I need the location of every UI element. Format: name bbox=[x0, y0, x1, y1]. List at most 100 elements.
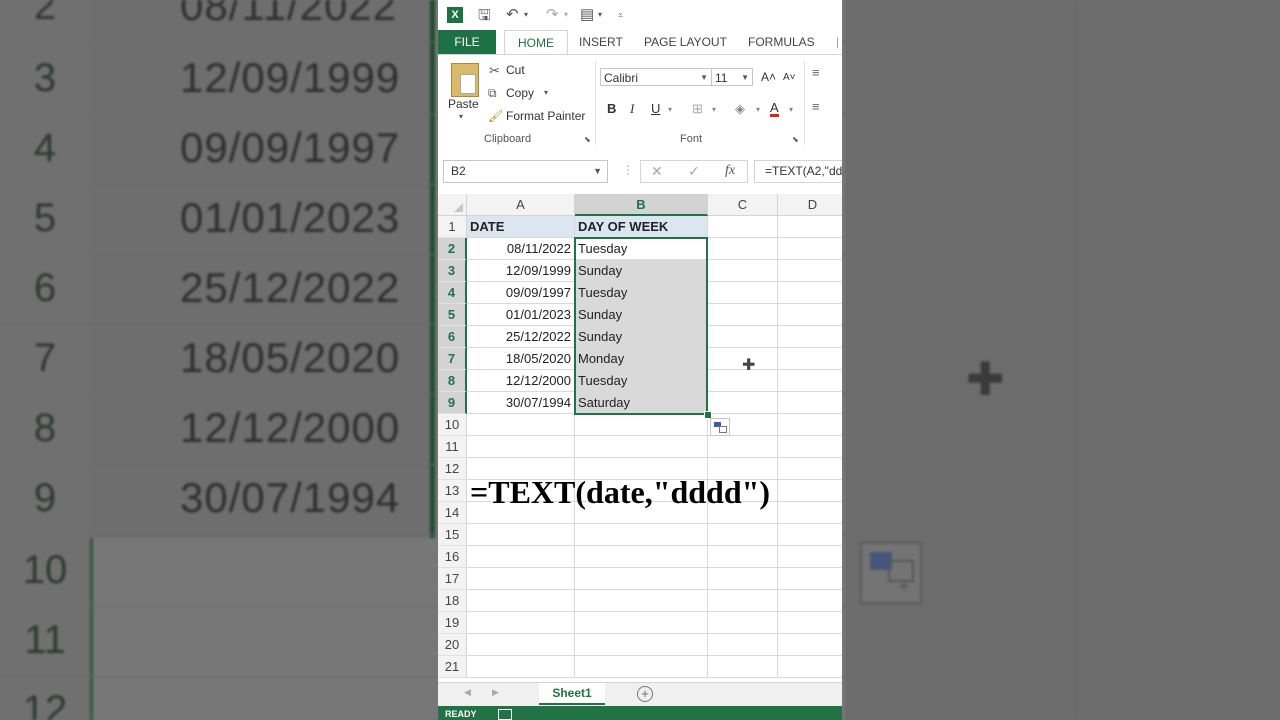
fill-color-dropdown-icon[interactable]: ▾ bbox=[756, 105, 760, 114]
cell[interactable] bbox=[708, 392, 778, 414]
cell[interactable] bbox=[708, 436, 778, 458]
insert-function-icon[interactable]: fx bbox=[725, 163, 735, 179]
date-cell[interactable]: 09/09/1997 bbox=[467, 282, 575, 304]
tab-home[interactable]: HOME bbox=[504, 30, 568, 56]
fill-color-icon[interactable]: ◈ bbox=[735, 101, 745, 117]
date-cell[interactable]: 01/01/2023 bbox=[467, 304, 575, 326]
select-all-button[interactable] bbox=[438, 194, 467, 216]
cell[interactable] bbox=[708, 326, 778, 348]
formula-bar-resize-handle[interactable]: ⋮ bbox=[622, 163, 634, 177]
italic-button[interactable]: I bbox=[630, 101, 634, 117]
new-sheet-icon[interactable]: + bbox=[637, 686, 653, 702]
cell[interactable] bbox=[708, 590, 778, 612]
tab-formulas[interactable]: FORMULAS bbox=[748, 30, 815, 54]
cell[interactable] bbox=[575, 546, 708, 568]
tab-more-cut-off[interactable]: | bbox=[836, 30, 839, 54]
cell[interactable] bbox=[467, 634, 575, 656]
cancel-icon[interactable]: ✕ bbox=[651, 163, 663, 180]
customize-qat-icon[interactable]: ⩡ bbox=[618, 10, 623, 21]
row-header[interactable]: 6 bbox=[438, 326, 467, 348]
align-left-icon[interactable]: ≡ bbox=[812, 99, 820, 114]
row-header[interactable]: 1 bbox=[438, 216, 467, 238]
borders-dropdown-icon[interactable]: ▾ bbox=[712, 105, 716, 114]
cell-a1[interactable]: DATE bbox=[467, 216, 575, 238]
tab-insert[interactable]: INSERT bbox=[579, 30, 623, 54]
cell[interactable] bbox=[708, 260, 778, 282]
sheet-tab-sheet1[interactable]: Sheet1 bbox=[539, 683, 605, 705]
cell[interactable] bbox=[467, 656, 575, 678]
day-cell[interactable]: Monday bbox=[575, 348, 708, 370]
cell[interactable] bbox=[467, 524, 575, 546]
cell[interactable] bbox=[575, 612, 708, 634]
cell[interactable] bbox=[778, 568, 842, 590]
row-header[interactable]: 11 bbox=[438, 436, 467, 458]
cell[interactable] bbox=[778, 260, 842, 282]
cell[interactable] bbox=[778, 502, 842, 524]
cell[interactable] bbox=[778, 326, 842, 348]
format-painter-button[interactable]: Format Painter bbox=[506, 109, 585, 123]
column-header-a[interactable]: A bbox=[467, 194, 575, 216]
row-header[interactable]: 14 bbox=[438, 502, 467, 524]
touch-mode-icon[interactable]: ▤ bbox=[580, 5, 594, 23]
undo-icon[interactable]: ↶ bbox=[506, 5, 519, 23]
row-header[interactable]: 9 bbox=[438, 392, 467, 414]
cell[interactable] bbox=[575, 524, 708, 546]
paste-dropdown-icon[interactable]: ▾ bbox=[459, 112, 463, 121]
cell[interactable] bbox=[575, 656, 708, 678]
enter-icon[interactable]: ✓ bbox=[688, 163, 700, 180]
clipboard-launcher-icon[interactable]: ⬊ bbox=[584, 135, 591, 144]
cell[interactable] bbox=[778, 392, 842, 414]
day-cell[interactable]: Tuesday bbox=[575, 282, 708, 304]
row-header[interactable]: 3 bbox=[438, 260, 467, 282]
macro-record-icon[interactable] bbox=[498, 709, 512, 720]
cell[interactable] bbox=[778, 348, 842, 370]
day-cell[interactable]: Sunday bbox=[575, 260, 708, 282]
cell[interactable] bbox=[708, 238, 778, 260]
touch-mode-dropdown-icon[interactable]: ▾ bbox=[598, 10, 602, 19]
column-header-c[interactable]: C bbox=[708, 194, 778, 216]
shrink-font-icon[interactable]: A˅ bbox=[783, 72, 796, 83]
undo-dropdown-icon[interactable]: ▾ bbox=[524, 10, 528, 19]
borders-icon[interactable]: ⊞ bbox=[692, 101, 703, 117]
cell[interactable] bbox=[708, 304, 778, 326]
cell[interactable] bbox=[575, 436, 708, 458]
scroll-right-icon[interactable]: ▶ bbox=[492, 687, 499, 698]
cut-button[interactable]: Cut bbox=[506, 63, 525, 77]
cell[interactable] bbox=[708, 524, 778, 546]
cell[interactable] bbox=[778, 612, 842, 634]
cell[interactable] bbox=[778, 282, 842, 304]
date-cell[interactable]: 08/11/2022 bbox=[467, 238, 575, 260]
date-cell[interactable]: 25/12/2022 bbox=[467, 326, 575, 348]
cell[interactable] bbox=[778, 546, 842, 568]
cell[interactable] bbox=[467, 590, 575, 612]
cell[interactable] bbox=[708, 568, 778, 590]
date-cell[interactable]: 30/07/1994 bbox=[467, 392, 575, 414]
row-header[interactable]: 15 bbox=[438, 524, 467, 546]
cell[interactable] bbox=[467, 612, 575, 634]
redo-dropdown-icon[interactable]: ▾ bbox=[564, 10, 568, 19]
cell[interactable] bbox=[708, 634, 778, 656]
day-cell[interactable]: Saturday bbox=[575, 392, 708, 414]
cell[interactable] bbox=[708, 656, 778, 678]
date-cell[interactable]: 12/09/1999 bbox=[467, 260, 575, 282]
row-header[interactable]: 7 bbox=[438, 348, 467, 370]
cell[interactable] bbox=[778, 524, 842, 546]
cell[interactable] bbox=[778, 304, 842, 326]
cell[interactable] bbox=[778, 436, 842, 458]
cell[interactable] bbox=[575, 590, 708, 612]
row-header[interactable]: 12 bbox=[438, 458, 467, 480]
row-header[interactable]: 16 bbox=[438, 546, 467, 568]
row-header[interactable]: 21 bbox=[438, 656, 467, 678]
underline-dropdown-icon[interactable]: ▾ bbox=[668, 105, 672, 114]
font-size-select[interactable]: 11 ▼ bbox=[711, 68, 753, 86]
cell[interactable] bbox=[467, 568, 575, 590]
font-color-icon[interactable]: A bbox=[770, 101, 779, 117]
cell[interactable] bbox=[708, 282, 778, 304]
align-top-icon[interactable]: ≡ bbox=[812, 65, 820, 80]
bold-button[interactable]: B bbox=[607, 101, 616, 116]
day-cell[interactable]: Tuesday bbox=[575, 370, 708, 392]
cell[interactable] bbox=[778, 216, 842, 238]
cell-b1[interactable]: DAY OF WEEK bbox=[575, 216, 708, 238]
row-header[interactable]: 10 bbox=[438, 414, 467, 436]
tab-file[interactable]: FILE bbox=[438, 30, 496, 54]
